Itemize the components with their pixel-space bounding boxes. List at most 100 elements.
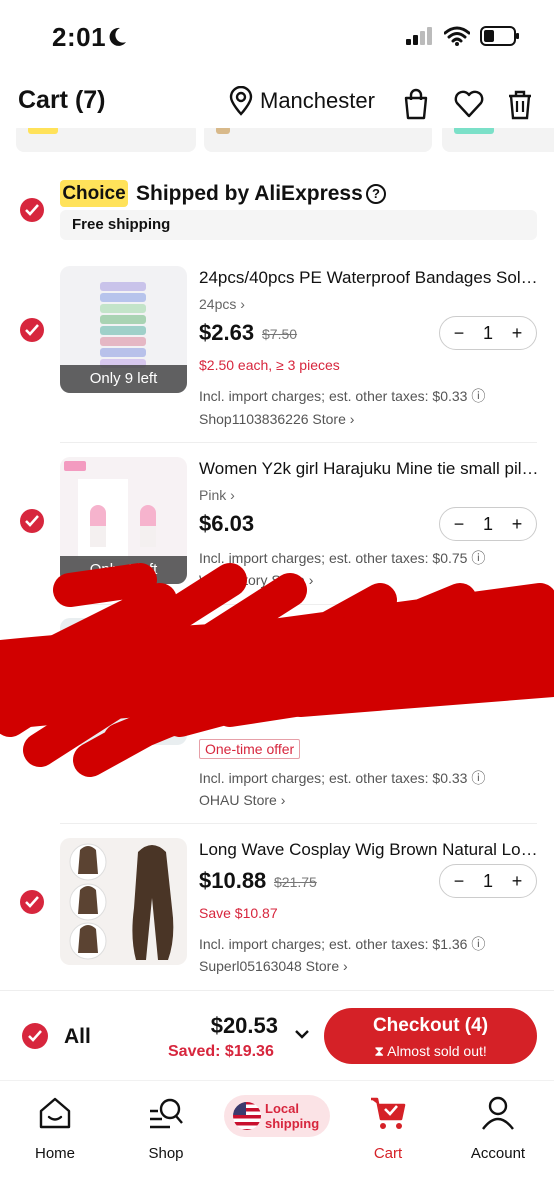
product-image[interactable] [60, 618, 187, 745]
search-list-icon [150, 1098, 183, 1129]
trash-icon[interactable] [504, 88, 536, 120]
chevron-right-icon: › [308, 572, 314, 588]
info-icon[interactable]: ⓘ [471, 770, 485, 786]
status-indicators [406, 26, 520, 46]
tax-text: Incl. import charges; est. other taxes: … [199, 770, 468, 786]
saved-amount: Saved: $19.36 [168, 1043, 274, 1060]
select-all-checkbox[interactable] [22, 1023, 48, 1049]
variant-label: Pink [199, 487, 227, 503]
select-all-label[interactable]: All [64, 1025, 91, 1049]
checkmark-icon [25, 204, 39, 216]
product-price: $10.88 [199, 868, 267, 893]
store-link[interactable]: OHAU Store › [199, 792, 285, 808]
moon-icon [109, 27, 126, 46]
filter-chip[interactable] [204, 128, 432, 152]
product-title[interactable]: Women Y2k girl Harajuku Mine tie small p… [199, 459, 539, 479]
stock-label: Only 9 left [60, 365, 187, 393]
item-checkbox[interactable] [20, 890, 44, 914]
shopping-bag-icon[interactable] [400, 88, 432, 120]
increase-button[interactable]: + [508, 871, 526, 892]
store-name: Superl05163048 Store [199, 958, 340, 974]
signal-icon [406, 27, 432, 45]
checkmark-icon [25, 515, 39, 527]
tab-label: Account [470, 1145, 526, 1162]
quantity-value[interactable]: 1 [479, 323, 497, 344]
chevron-down-icon[interactable] [294, 1029, 310, 1039]
wifi-icon [444, 26, 470, 46]
store-name: W… …tory Store [199, 572, 305, 588]
product-price: $6.03 [199, 511, 255, 536]
store-name: Shop1103836226 Store [199, 411, 346, 427]
checkmark-icon [25, 324, 39, 336]
tax-info: Incl. import charges; est. other taxes: … [199, 386, 485, 406]
info-icon[interactable]: ⓘ [471, 388, 485, 404]
increase-button[interactable]: + [508, 323, 526, 344]
heart-icon[interactable] [453, 88, 485, 120]
savings-label: Save $10.87 [199, 905, 278, 921]
original-price: $7.50 [262, 326, 298, 342]
product-image[interactable]: Only 4 left [60, 457, 187, 584]
chip-icon [454, 128, 494, 134]
filter-chips-row [0, 128, 554, 156]
item-checkbox[interactable] [20, 318, 44, 342]
tax-text: Incl. import charges; est. other taxes: … [199, 550, 468, 566]
tax-info: Incl. import charges; est. other taxes: … [199, 548, 485, 568]
chip-icon [28, 128, 58, 134]
location-selector[interactable]: Manchester [228, 86, 375, 116]
decrease-button[interactable]: − [450, 871, 468, 892]
choice-badge: Choice [60, 180, 128, 207]
divider [60, 604, 537, 605]
select-section-checkbox[interactable] [20, 198, 44, 222]
checkout-button[interactable]: Checkout (4) ⧗ Almost sold out! [324, 1008, 537, 1064]
product-title[interactable]: 24pcs/40pcs PE Waterproof Bandages Sol… [199, 268, 539, 288]
quantity-stepper: − 1 + [439, 864, 537, 898]
info-icon[interactable]: ⓘ [471, 550, 485, 566]
divider [60, 823, 537, 824]
battery-icon [480, 26, 519, 46]
store-name: OHAU Store [199, 792, 277, 808]
info-icon[interactable]: ⓘ [471, 936, 485, 952]
tab-label: Cart [373, 1145, 403, 1162]
quantity-value[interactable]: 1 [479, 514, 497, 535]
product-price: $2.63 [199, 320, 255, 345]
variant-label: 24pcs [199, 296, 237, 312]
help-icon[interactable]: ? [366, 184, 386, 204]
one-time-offer-badge: One-time offer [199, 739, 301, 759]
free-shipping-banner: Free shipping [60, 210, 537, 240]
hourglass-icon: ⧗ [374, 1043, 385, 1059]
tax-info: Incl. import charges; est. other taxes: … [199, 768, 485, 788]
chevron-right-icon: › [349, 411, 355, 427]
product-title[interactable]: Long Wave Cosplay Wig Brown Natural Lo… [199, 840, 539, 860]
tab-local-shipping[interactable]: Local shipping [224, 1095, 330, 1137]
store-link[interactable]: Shop1103836226 Store › [199, 411, 354, 427]
original-price: $21.75 [274, 874, 317, 890]
stock-label: Only 4 left [60, 556, 187, 584]
product-image[interactable]: Only 9 left [60, 266, 187, 393]
filter-chip[interactable] [16, 128, 196, 152]
increase-button[interactable]: + [508, 514, 526, 535]
quantity-stepper: − 1 + [439, 507, 537, 541]
location-pin-icon [229, 86, 253, 116]
product-image[interactable] [60, 838, 187, 965]
store-link[interactable]: Superl05163048 Store › [199, 958, 348, 974]
location-label: Manchester [260, 88, 375, 113]
variant-selector[interactable]: Pink › [199, 487, 235, 503]
chevron-right-icon: › [230, 487, 235, 503]
section-title: Shipped by AliExpress [136, 182, 363, 205]
chevron-right-icon: › [343, 958, 348, 974]
decrease-button[interactable]: − [450, 514, 468, 535]
item-checkbox[interactable] [20, 509, 44, 533]
bulk-discount: $2.50 each, ≥ 3 pieces [199, 357, 340, 373]
quantity-value[interactable]: 1 [479, 871, 497, 892]
wig-illustration [69, 843, 174, 960]
store-link[interactable]: W… …tory Store › [199, 572, 313, 588]
home-icon [39, 1097, 71, 1129]
filter-chip[interactable] [442, 128, 554, 152]
decrease-button[interactable]: − [450, 323, 468, 344]
cart-total: $20.53 [210, 1013, 278, 1038]
local-shipping-text: Local shipping [265, 1101, 320, 1131]
variant-selector[interactable]: 24pcs › [199, 296, 245, 312]
chip-icon [216, 128, 230, 134]
status-bar: 2:01 [0, 0, 554, 74]
chevron-right-icon: › [240, 296, 245, 312]
